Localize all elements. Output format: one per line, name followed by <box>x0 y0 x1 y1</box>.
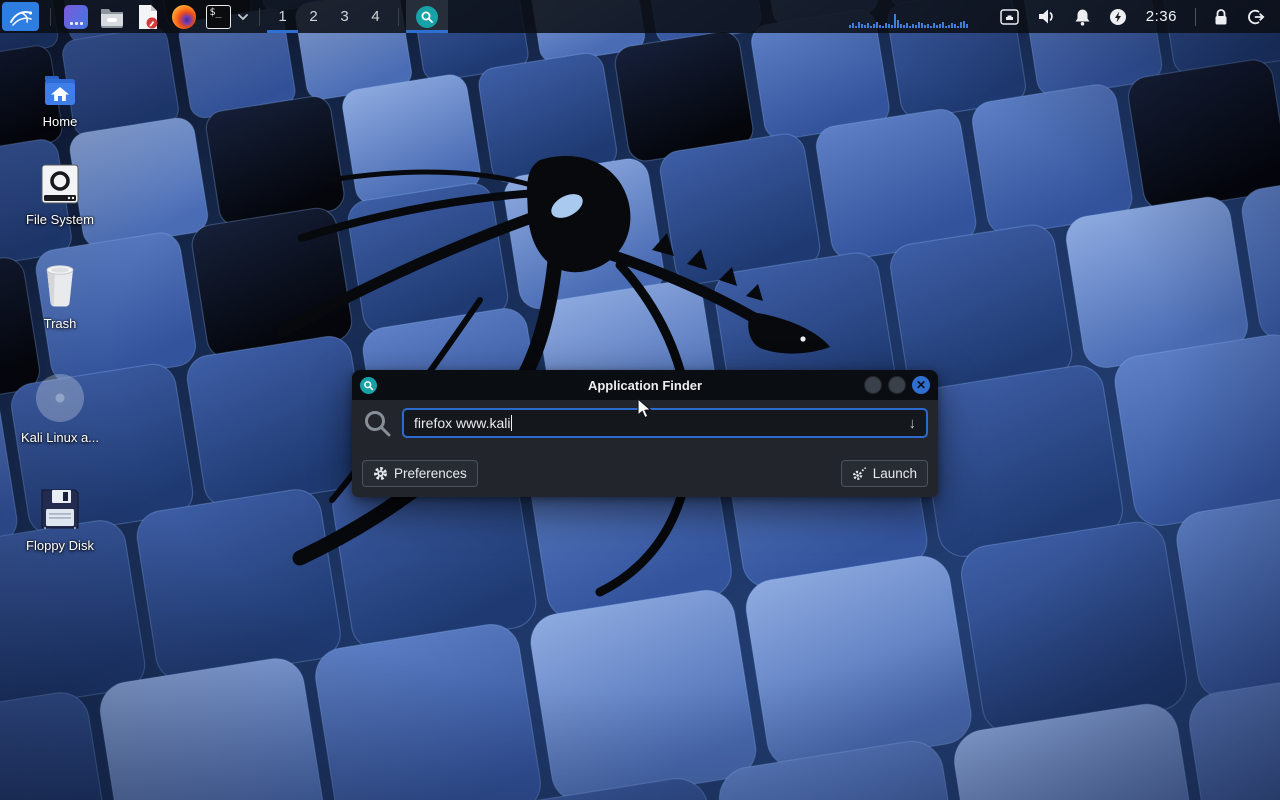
lock-icon <box>1213 8 1229 26</box>
cdrom-ghost-icon <box>34 372 86 424</box>
window-title: Application Finder <box>352 378 938 393</box>
network-icon <box>1000 9 1019 25</box>
launcher-text-editor[interactable] <box>130 2 166 31</box>
desktop-icon-trash[interactable]: Trash <box>12 258 108 331</box>
gear-icon <box>373 466 388 481</box>
desktop-icon-file-system[interactable]: File System <box>12 154 108 227</box>
search-icon <box>362 408 392 438</box>
workspace-button-2[interactable]: 2 <box>298 0 329 33</box>
text-editor-icon <box>136 4 160 30</box>
launch-label: Launch <box>873 466 917 481</box>
floppy-disk-icon <box>37 480 83 532</box>
home-folder-icon <box>38 56 82 108</box>
clock[interactable]: 2:36 <box>1136 0 1187 33</box>
network-tray-button[interactable] <box>991 0 1028 33</box>
chevron-down-icon <box>237 13 249 21</box>
terminal-icon: $_ <box>206 5 231 29</box>
firefox-icon <box>172 5 196 29</box>
volume-tray-button[interactable] <box>1028 0 1065 33</box>
notifications-bell-icon <box>1074 8 1091 26</box>
trash-bin-icon <box>37 258 83 310</box>
file-manager-icon <box>99 5 125 29</box>
panel-right-group: 2:36 <box>849 0 1274 33</box>
application-finder-window: Application Finder ✕ firefox www.kali ↓ <box>352 370 938 497</box>
close-button[interactable]: ✕ <box>912 376 930 394</box>
text-caret <box>511 415 512 431</box>
panel-separator <box>259 8 260 26</box>
search-input[interactable]: firefox www.kali ↓ <box>402 408 928 438</box>
search-icon <box>416 6 438 28</box>
minimize-button[interactable] <box>864 376 882 394</box>
close-icon: ✕ <box>916 379 926 391</box>
logout-button[interactable] <box>1238 0 1274 33</box>
power-manager-tray-button[interactable] <box>1100 0 1136 33</box>
volume-icon <box>1037 8 1056 25</box>
titlebar[interactable]: Application Finder ✕ <box>352 370 938 400</box>
desktop-icon-label: Trash <box>44 316 77 331</box>
hard-drive-icon <box>38 154 82 206</box>
workspace-switcher: 1 2 3 4 <box>267 0 391 33</box>
terminal-dropdown-button[interactable] <box>234 2 252 31</box>
workspace-button-3[interactable]: 3 <box>329 0 360 33</box>
logout-icon <box>1247 8 1265 26</box>
top-panel: $_ 1 2 3 4 <box>0 0 1280 33</box>
desktop-icon-home[interactable]: Home <box>12 56 108 129</box>
dashboard-icon <box>64 5 88 29</box>
panel-separator <box>398 8 399 26</box>
kali-menu-button[interactable] <box>2 2 39 31</box>
workspace-button-1[interactable]: 1 <box>267 0 298 33</box>
search-input-value: firefox www.kali <box>414 415 510 431</box>
launcher-terminal[interactable]: $_ <box>202 2 234 31</box>
launcher-dashboard[interactable] <box>58 2 94 31</box>
panel-separator <box>50 8 51 26</box>
preferences-label: Preferences <box>394 466 467 481</box>
desktop-icon-label: Home <box>43 114 78 129</box>
preferences-button[interactable]: Preferences <box>362 460 478 487</box>
mouse-cursor <box>637 398 653 420</box>
launcher-file-manager[interactable] <box>94 2 130 31</box>
launch-gear-icon <box>852 466 867 481</box>
taskbar-application-finder-button[interactable] <box>406 0 448 33</box>
notifications-tray-button[interactable] <box>1065 0 1100 33</box>
power-manager-icon <box>1109 8 1127 26</box>
desktop-root: $_ 1 2 3 4 <box>0 0 1280 800</box>
launcher-firefox[interactable] <box>166 2 202 31</box>
lock-screen-button[interactable] <box>1204 0 1238 33</box>
desktop-icon-label: File System <box>26 212 94 227</box>
launch-button[interactable]: Launch <box>841 460 928 487</box>
cpu-graph[interactable] <box>849 0 977 33</box>
kali-menu-icon <box>8 6 34 28</box>
desktop-icon-label: Floppy Disk <box>26 538 94 553</box>
desktop-icon-label: Kali Linux a... <box>21 430 99 445</box>
workspace-button-4[interactable]: 4 <box>360 0 391 33</box>
desktop-icon-floppy[interactable]: Floppy Disk <box>12 480 108 553</box>
entry-dropdown-arrow-icon[interactable]: ↓ <box>909 416 917 431</box>
tray-separator <box>1195 8 1196 26</box>
maximize-button[interactable] <box>888 376 906 394</box>
desktop-icon-kali-cdrom[interactable]: Kali Linux a... <box>12 372 108 445</box>
